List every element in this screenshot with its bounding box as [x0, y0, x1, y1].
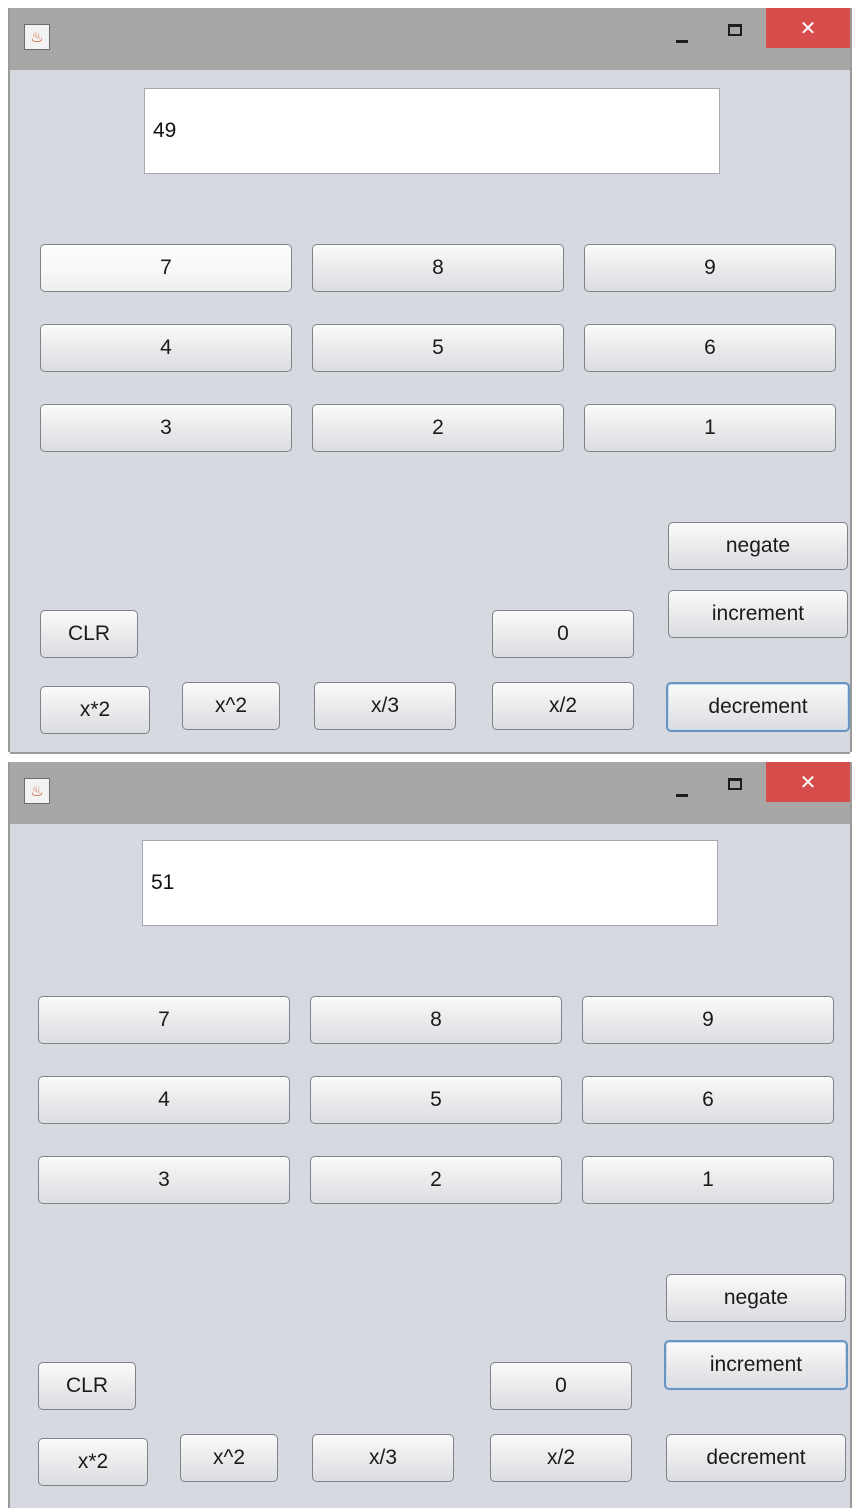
digit-3-button[interactable]: 3: [40, 404, 292, 452]
digit-5-button[interactable]: 5: [310, 1076, 562, 1124]
calculator-window-2: ♨ ✕ 51 7 8 9 4 5 6 3 2 1 negate incremen…: [10, 762, 850, 1508]
minimize-icon[interactable]: [676, 40, 688, 43]
square-button[interactable]: x^2: [182, 682, 280, 730]
java-icon: ♨: [24, 778, 50, 804]
digit-8-button[interactable]: 8: [312, 244, 564, 292]
title-bar[interactable]: ♨ ✕: [10, 762, 850, 824]
clear-button[interactable]: CLR: [38, 1362, 136, 1410]
digit-6-button[interactable]: 6: [582, 1076, 834, 1124]
divide-two-button[interactable]: x/2: [490, 1434, 632, 1482]
java-icon: ♨: [24, 24, 50, 50]
digit-6-button[interactable]: 6: [584, 324, 836, 372]
divide-three-button[interactable]: x/3: [314, 682, 456, 730]
close-icon: ✕: [799, 770, 817, 794]
close-button[interactable]: ✕: [766, 762, 850, 802]
digit-9-button[interactable]: 9: [582, 996, 834, 1044]
digit-7-button[interactable]: 7: [40, 244, 292, 292]
calculator-window-1: ♨ ✕ 49 7 8 9 4 5 6 3 2 1 negate incremen…: [10, 8, 850, 752]
increment-button[interactable]: increment: [668, 590, 848, 638]
digit-8-button[interactable]: 8: [310, 996, 562, 1044]
digit-9-button[interactable]: 9: [584, 244, 836, 292]
decrement-button[interactable]: decrement: [666, 682, 850, 732]
digit-0-button[interactable]: 0: [490, 1362, 632, 1410]
decrement-button[interactable]: decrement: [666, 1434, 846, 1482]
display-field[interactable]: 51: [142, 840, 718, 926]
negate-button[interactable]: negate: [668, 522, 848, 570]
digit-5-button[interactable]: 5: [312, 324, 564, 372]
increment-button[interactable]: increment: [664, 1340, 848, 1390]
divide-two-button[interactable]: x/2: [492, 682, 634, 730]
divide-three-button[interactable]: x/3: [312, 1434, 454, 1482]
display-field[interactable]: 49: [144, 88, 720, 174]
digit-4-button[interactable]: 4: [38, 1076, 290, 1124]
times-two-button[interactable]: x*2: [38, 1438, 148, 1486]
digit-2-button[interactable]: 2: [312, 404, 564, 452]
times-two-button[interactable]: x*2: [40, 686, 150, 734]
minimize-icon[interactable]: [676, 794, 688, 797]
maximize-icon[interactable]: [728, 778, 742, 790]
digit-1-button[interactable]: 1: [584, 404, 836, 452]
digit-1-button[interactable]: 1: [582, 1156, 834, 1204]
digit-2-button[interactable]: 2: [310, 1156, 562, 1204]
square-button[interactable]: x^2: [180, 1434, 278, 1482]
title-bar[interactable]: ♨ ✕: [10, 8, 850, 70]
maximize-icon[interactable]: [728, 24, 742, 36]
digit-4-button[interactable]: 4: [40, 324, 292, 372]
negate-button[interactable]: negate: [666, 1274, 846, 1322]
digit-3-button[interactable]: 3: [38, 1156, 290, 1204]
clear-button[interactable]: CLR: [40, 610, 138, 658]
digit-0-button[interactable]: 0: [492, 610, 634, 658]
digit-7-button[interactable]: 7: [38, 996, 290, 1044]
close-button[interactable]: ✕: [766, 8, 850, 48]
close-icon: ✕: [799, 16, 817, 40]
